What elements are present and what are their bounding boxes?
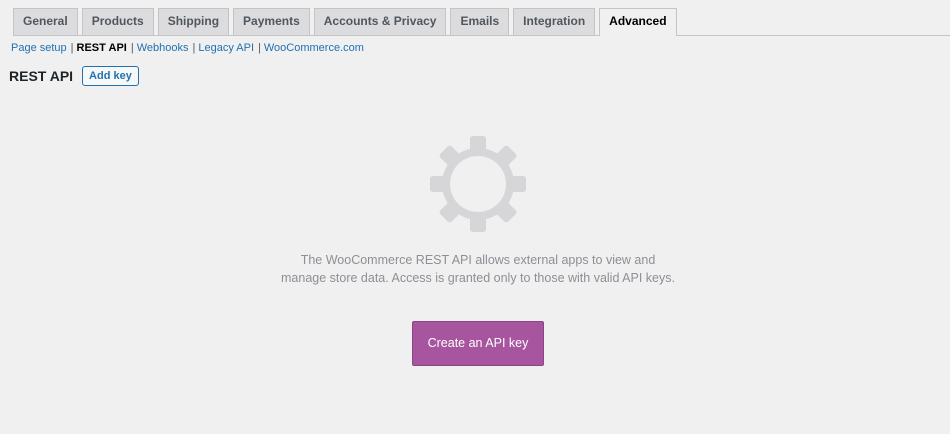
tab-accounts-privacy[interactable]: Accounts & Privacy: [313, 8, 447, 35]
section-link-webhooks[interactable]: Webhooks: [137, 42, 189, 54]
settings-tabs: General Products Shipping Payments Accou…: [13, 8, 950, 36]
tab-shipping[interactable]: Shipping: [157, 8, 230, 35]
section-heading: REST API Add key: [9, 66, 139, 86]
tab-payments[interactable]: Payments: [233, 8, 310, 35]
section-link-legacy-api[interactable]: Legacy API: [198, 42, 254, 54]
section-separator: |: [258, 42, 261, 54]
tab-advanced[interactable]: Advanced: [599, 8, 677, 36]
blank-state-message: The WooCommerce REST API allows external…: [281, 253, 675, 285]
page-title: REST API: [9, 68, 74, 84]
section-link-rest-api[interactable]: REST API: [77, 42, 127, 54]
tab-products[interactable]: Products: [81, 8, 154, 35]
tab-emails[interactable]: Emails: [450, 8, 510, 35]
add-key-button[interactable]: Add key: [82, 66, 139, 86]
section-separator: |: [70, 42, 74, 54]
tab-general[interactable]: General: [13, 8, 78, 35]
section-link-page-setup[interactable]: Page setup: [11, 42, 67, 54]
section-link-woocommerce-com[interactable]: WooCommerce.com: [264, 42, 364, 54]
tab-integration[interactable]: Integration: [513, 8, 596, 35]
section-separator: |: [192, 42, 196, 54]
section-separator: |: [130, 42, 134, 54]
settings-page: General Products Shipping Payments Accou…: [0, 0, 950, 434]
create-api-key-button[interactable]: Create an API key: [412, 321, 544, 366]
section-links: Page setup | REST API | Webhooks | Legacy API |…: [11, 42, 364, 54]
gear-icon: [430, 136, 526, 232]
